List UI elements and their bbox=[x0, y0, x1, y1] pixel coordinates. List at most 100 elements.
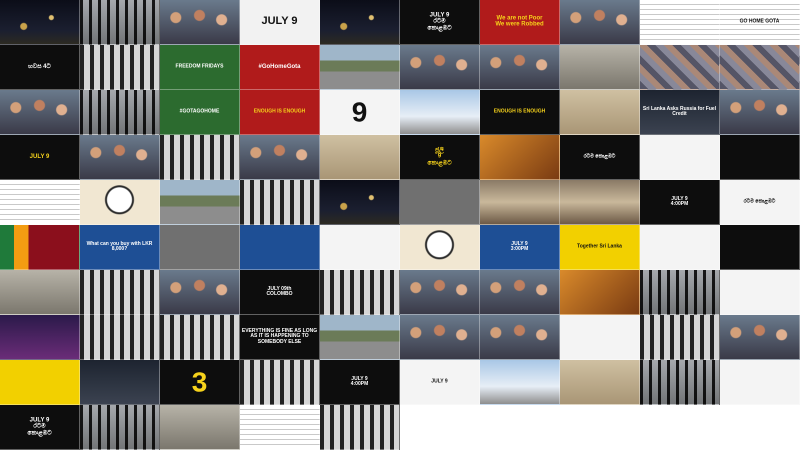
mosaic-tile bbox=[560, 315, 640, 360]
tile-caption: JULY 9 bbox=[261, 15, 298, 28]
tile-caption: JULY 09th COLOMBO bbox=[266, 285, 293, 297]
mosaic-tile bbox=[240, 360, 320, 405]
tile-caption: GO HOME GOTA bbox=[739, 18, 780, 25]
tile-caption: JULY 9 4:00PM bbox=[670, 195, 689, 207]
mosaic-tile: 9 bbox=[320, 90, 400, 135]
mosaic-tile: JULY 9 bbox=[400, 360, 480, 405]
mosaic-tile bbox=[320, 135, 400, 180]
mosaic-tile bbox=[160, 315, 240, 360]
mosaic-tile bbox=[560, 270, 640, 315]
mosaic-tile bbox=[480, 45, 560, 90]
mosaic-tile bbox=[640, 270, 720, 315]
mosaic-tile bbox=[160, 180, 240, 225]
mosaic-tile bbox=[320, 45, 400, 90]
mosaic-tile bbox=[400, 180, 480, 225]
mosaic-tile bbox=[400, 270, 480, 315]
mosaic-tile bbox=[160, 0, 240, 45]
mosaic-tile: JULY 9 bbox=[0, 135, 80, 180]
mosaic-tile: ENOUGH IS ENOUGH bbox=[480, 90, 560, 135]
mosaic-tile bbox=[720, 270, 800, 315]
mosaic-tile bbox=[240, 405, 320, 450]
tile-caption: හවස 4ට bbox=[28, 63, 51, 70]
mosaic-tile: ජූලි 9 කොළඹට bbox=[400, 135, 480, 180]
mosaic-tile: JULY 9 4:00PM bbox=[320, 360, 400, 405]
tile-caption: EVERYTHING IS FINE AS LONG AS IT IS HAPP… bbox=[241, 328, 318, 345]
mosaic-tile: JULY 9 රටම කොළඹට bbox=[0, 405, 80, 450]
mosaic-tile bbox=[560, 90, 640, 135]
tile-caption: Sri Lanka Asks Russia for Fuel Credit bbox=[642, 105, 717, 117]
tile-caption: JULY 9 4:00PM bbox=[350, 375, 369, 387]
mosaic-tile bbox=[0, 270, 80, 315]
mosaic-tile bbox=[720, 315, 800, 360]
tile-caption: JULY 9 bbox=[29, 153, 50, 160]
mosaic-tile bbox=[320, 0, 400, 45]
mosaic-tile bbox=[0, 180, 80, 225]
mosaic-tile bbox=[480, 270, 560, 315]
tile-caption: ජූලි 9 කොළඹට bbox=[427, 147, 452, 167]
mosaic-tile bbox=[320, 315, 400, 360]
mosaic-tile bbox=[80, 135, 160, 180]
mosaic-tile: Sri Lanka Asks Russia for Fuel Credit bbox=[640, 90, 720, 135]
mosaic-tile bbox=[400, 315, 480, 360]
mosaic-tile: රටම කොළඹට bbox=[560, 135, 640, 180]
mosaic-tile: We are not Poor We were Robbed bbox=[480, 0, 560, 45]
mosaic-tile: FREEDOM FRIDAYS bbox=[160, 45, 240, 90]
tile-caption: #GoHomeGota bbox=[258, 63, 301, 70]
mosaic-tile bbox=[640, 0, 720, 45]
tile-caption: රටම කොළඹට bbox=[583, 153, 616, 160]
tile-caption: JULY 9 bbox=[431, 378, 448, 385]
mosaic-tile bbox=[80, 45, 160, 90]
mosaic-tile bbox=[720, 360, 800, 405]
tile-caption: 3 bbox=[191, 366, 208, 398]
tile-caption: #GOTAGOHOME bbox=[179, 108, 220, 115]
mosaic-tile bbox=[480, 180, 560, 225]
mosaic-tile bbox=[640, 360, 720, 405]
mosaic-tile bbox=[80, 360, 160, 405]
mosaic-tile bbox=[560, 45, 640, 90]
tile-caption: Together Sri Lanka bbox=[577, 243, 622, 250]
mosaic-tile bbox=[160, 135, 240, 180]
mosaic-tile bbox=[240, 225, 320, 270]
mosaic-tile bbox=[560, 360, 640, 405]
mosaic-tile bbox=[0, 225, 80, 270]
mosaic-tile bbox=[720, 45, 800, 90]
mosaic-tile: #GOTAGOHOME bbox=[160, 90, 240, 135]
mosaic-tile bbox=[320, 405, 400, 450]
mosaic-tile: ENOUGH IS ENOUGH bbox=[240, 90, 320, 135]
mosaic-tile: GO HOME GOTA bbox=[720, 0, 800, 45]
mosaic-tile bbox=[80, 270, 160, 315]
mosaic-tile bbox=[80, 90, 160, 135]
tile-caption: ENOUGH IS ENOUGH bbox=[493, 108, 546, 115]
tile-caption: FREEDOM FRIDAYS bbox=[175, 63, 224, 70]
mosaic-tile: JULY 9 bbox=[240, 0, 320, 45]
tile-caption: ENOUGH IS ENOUGH bbox=[253, 108, 306, 115]
mosaic-tile bbox=[0, 0, 80, 45]
mosaic-tile bbox=[0, 90, 80, 135]
mosaic-tile: #GoHomeGota bbox=[240, 45, 320, 90]
tile-caption: JULY 9 රටම කොළඹට bbox=[427, 12, 452, 32]
mosaic-tile bbox=[480, 360, 560, 405]
image-mosaic-grid: JULY 9 JULY 9 රටම කොළඹට We are not Poor We… bbox=[0, 0, 800, 450]
mosaic-tile bbox=[320, 270, 400, 315]
tile-caption: රටම කොළඹට bbox=[743, 198, 776, 205]
mosaic-tile: JULY 09th COLOMBO bbox=[240, 270, 320, 315]
mosaic-tile bbox=[80, 180, 160, 225]
mosaic-tile bbox=[160, 270, 240, 315]
tile-caption: What can you buy with LKR 8,000? bbox=[86, 240, 153, 252]
mosaic-tile bbox=[640, 225, 720, 270]
mosaic-tile: රටම කොළඹට bbox=[720, 180, 800, 225]
mosaic-tile bbox=[160, 225, 240, 270]
mosaic-tile: හවස 4ට bbox=[0, 45, 80, 90]
mosaic-tile bbox=[80, 0, 160, 45]
mosaic-tile bbox=[640, 45, 720, 90]
mosaic-tile bbox=[560, 0, 640, 45]
mosaic-tile bbox=[320, 180, 400, 225]
mosaic-tile bbox=[240, 135, 320, 180]
mosaic-tile: 3 bbox=[160, 360, 240, 405]
mosaic-tile bbox=[480, 315, 560, 360]
tile-caption: JULY 9 3:00PM bbox=[510, 240, 529, 252]
mosaic-tile bbox=[240, 180, 320, 225]
mosaic-tile bbox=[400, 90, 480, 135]
mosaic-tile bbox=[80, 315, 160, 360]
tile-caption: We are not Poor We were Robbed bbox=[495, 15, 544, 28]
